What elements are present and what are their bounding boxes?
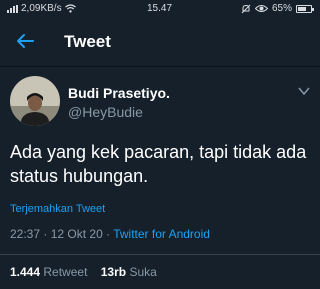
tweet-meta: 22:37 · 12 Okt 20 · Twitter for Android — [10, 227, 210, 241]
status-bar-left: 2,09KB/s — [7, 3, 76, 14]
author-name[interactable]: Budi Prasetiyo. — [68, 85, 170, 101]
like-count: 13rb — [100, 265, 127, 279]
arrow-left-icon[interactable] — [14, 30, 36, 52]
tweet-text: Ada yang kek pacaran, tapi tidak ada sta… — [10, 142, 307, 186]
meta-separator: · — [106, 227, 111, 241]
status-bar: 2,09KB/s 15.47 65% — [0, 0, 320, 18]
retweet-count: 1.444 — [10, 265, 41, 279]
status-bar-right: 65% — [241, 3, 314, 14]
battery-percent: 65% — [271, 3, 292, 14]
mute-icon — [241, 4, 251, 13]
tweet-time: 22:37 — [10, 227, 41, 241]
avatar[interactable] — [10, 76, 60, 126]
eye-icon — [254, 5, 268, 12]
page-title: Tweet — [64, 32, 111, 51]
header-divider — [0, 66, 320, 67]
like-label: Suka — [129, 265, 157, 279]
translate-tweet-link[interactable]: Terjemahkan Tweet — [10, 203, 105, 215]
stats-divider — [0, 254, 320, 255]
status-time: 15.47 — [147, 3, 173, 14]
tweet-date: 12 Okt 20 — [50, 227, 103, 241]
tweet-source-link[interactable]: Twitter for Android — [113, 227, 210, 241]
battery-fill — [298, 6, 306, 11]
top-app-bar: Tweet — [0, 18, 320, 66]
battery-icon — [296, 4, 314, 13]
like-stat[interactable]: 13rb Suka — [101, 265, 157, 279]
signal-icon — [7, 4, 18, 13]
author-handle[interactable]: @HeyBudie — [68, 104, 143, 120]
chevron-down-icon[interactable] — [298, 86, 310, 96]
meta-separator: · — [43, 227, 48, 241]
network-speed: 2,09KB/s — [21, 3, 62, 14]
retweet-stat[interactable]: 1.444 Retweet — [10, 265, 87, 279]
wifi-icon — [64, 4, 76, 13]
tweet-stats: 1.444 Retweet 13rb Suka — [10, 265, 157, 279]
retweet-label: Retweet — [43, 265, 88, 279]
